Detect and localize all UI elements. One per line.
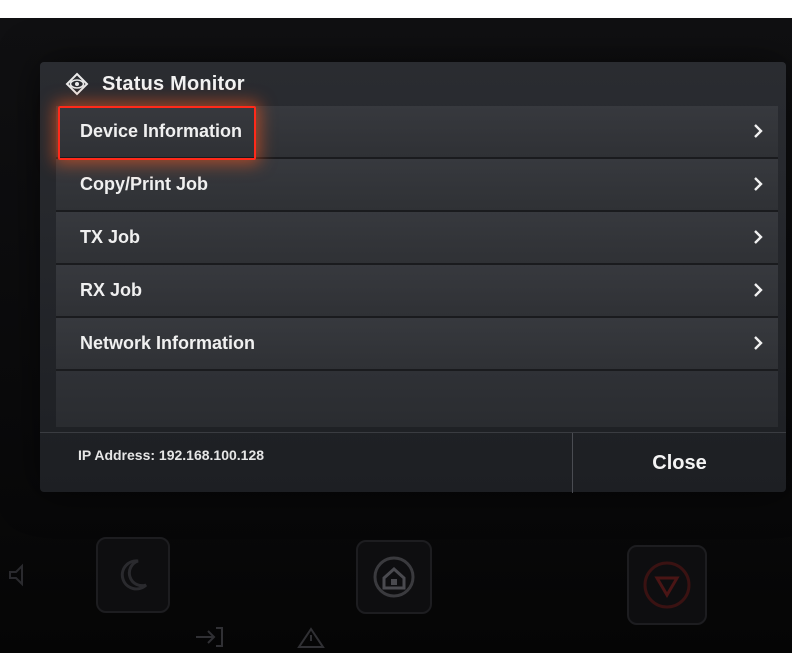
arrow-login-icon — [196, 627, 223, 647]
warning-icon — [297, 627, 325, 648]
chevron-right-icon — [754, 283, 763, 297]
screen-footer: IP Address: 192.168.100.128 Close — [40, 432, 786, 493]
menu-item-label: Copy/Print Job — [80, 174, 209, 194]
stop-icon — [643, 561, 691, 609]
close-button[interactable]: Close — [573, 433, 786, 493]
home-icon — [373, 556, 415, 598]
image-top-border — [0, 0, 792, 18]
menu-item-tx-job[interactable]: TX Job — [56, 212, 778, 265]
sleep-button[interactable] — [96, 537, 170, 613]
chevron-right-icon — [754, 124, 763, 138]
menu-item-label: Network Information — [80, 333, 256, 353]
highlight-box — [58, 106, 256, 160]
stop-button[interactable] — [627, 545, 707, 625]
chevron-right-icon — [754, 230, 763, 244]
menu-empty-row — [56, 371, 778, 427]
ip-address-text: IP Address: 192.168.100.128 — [78, 447, 265, 463]
menu-item-label: TX Job — [80, 227, 141, 247]
screen-header: Status Monitor — [40, 62, 786, 106]
menu-item-network-information[interactable]: Network Information — [56, 318, 778, 371]
sleep-icon — [120, 559, 148, 591]
menu-item-rx-job[interactable]: RX Job — [56, 265, 778, 318]
eye-icon — [65, 72, 89, 96]
page-title: Status Monitor — [102, 72, 245, 95]
chevron-right-icon — [754, 336, 763, 350]
menu-item-label: RX Job — [80, 280, 143, 300]
speaker-icon — [9, 563, 23, 587]
chevron-right-icon — [754, 177, 763, 191]
menu-item-copy-print-job[interactable]: Copy/Print Job — [56, 159, 778, 212]
home-button[interactable] — [356, 540, 432, 614]
